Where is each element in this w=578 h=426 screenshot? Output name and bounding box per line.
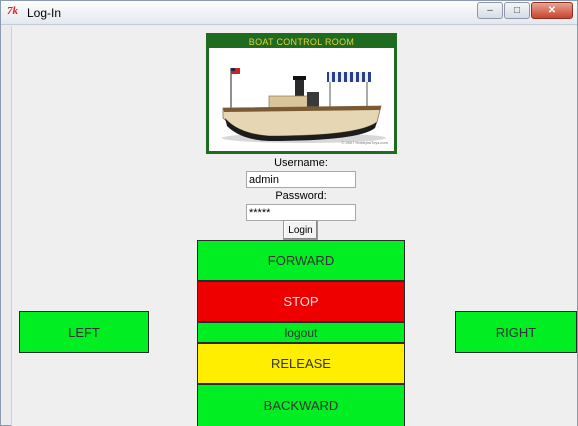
boat-picture-icon [222, 68, 386, 143]
password-field[interactable] [246, 204, 356, 221]
left-button[interactable]: LEFT [19, 311, 149, 353]
maximize-icon[interactable]: □ [504, 2, 530, 19]
login-window: 7k Log-In – □ ✕ BOAT CONTROL ROOM © 2007… [0, 0, 578, 426]
copyright-text: © 2007 HobbyistToys.com [341, 140, 388, 145]
login-button[interactable]: Login [283, 220, 318, 240]
boat-image: © 2007 HobbyistToys.com [209, 48, 394, 151]
right-button[interactable]: RIGHT [455, 311, 577, 353]
logout-button[interactable]: logout [197, 322, 405, 343]
banner-title: BOAT CONTROL ROOM [209, 36, 394, 48]
close-icon[interactable]: ✕ [531, 2, 573, 19]
boat-banner-image: BOAT CONTROL ROOM © 2007 HobbyistToys.co… [206, 33, 397, 154]
username-label: Username: [274, 157, 328, 169]
backward-button[interactable]: BACKWARD [197, 384, 405, 426]
title-bar[interactable]: 7k Log-In – □ ✕ [1, 1, 577, 25]
stop-button[interactable]: STOP [197, 281, 405, 322]
password-label: Password: [275, 190, 327, 202]
release-button[interactable]: RELEASE [197, 343, 405, 384]
username-field[interactable] [246, 171, 356, 188]
forward-button[interactable]: FORWARD [197, 240, 405, 281]
window-title: Log-In [27, 6, 62, 20]
tk-feather-icon: 7k [7, 5, 18, 17]
minimize-icon[interactable]: – [477, 2, 503, 19]
